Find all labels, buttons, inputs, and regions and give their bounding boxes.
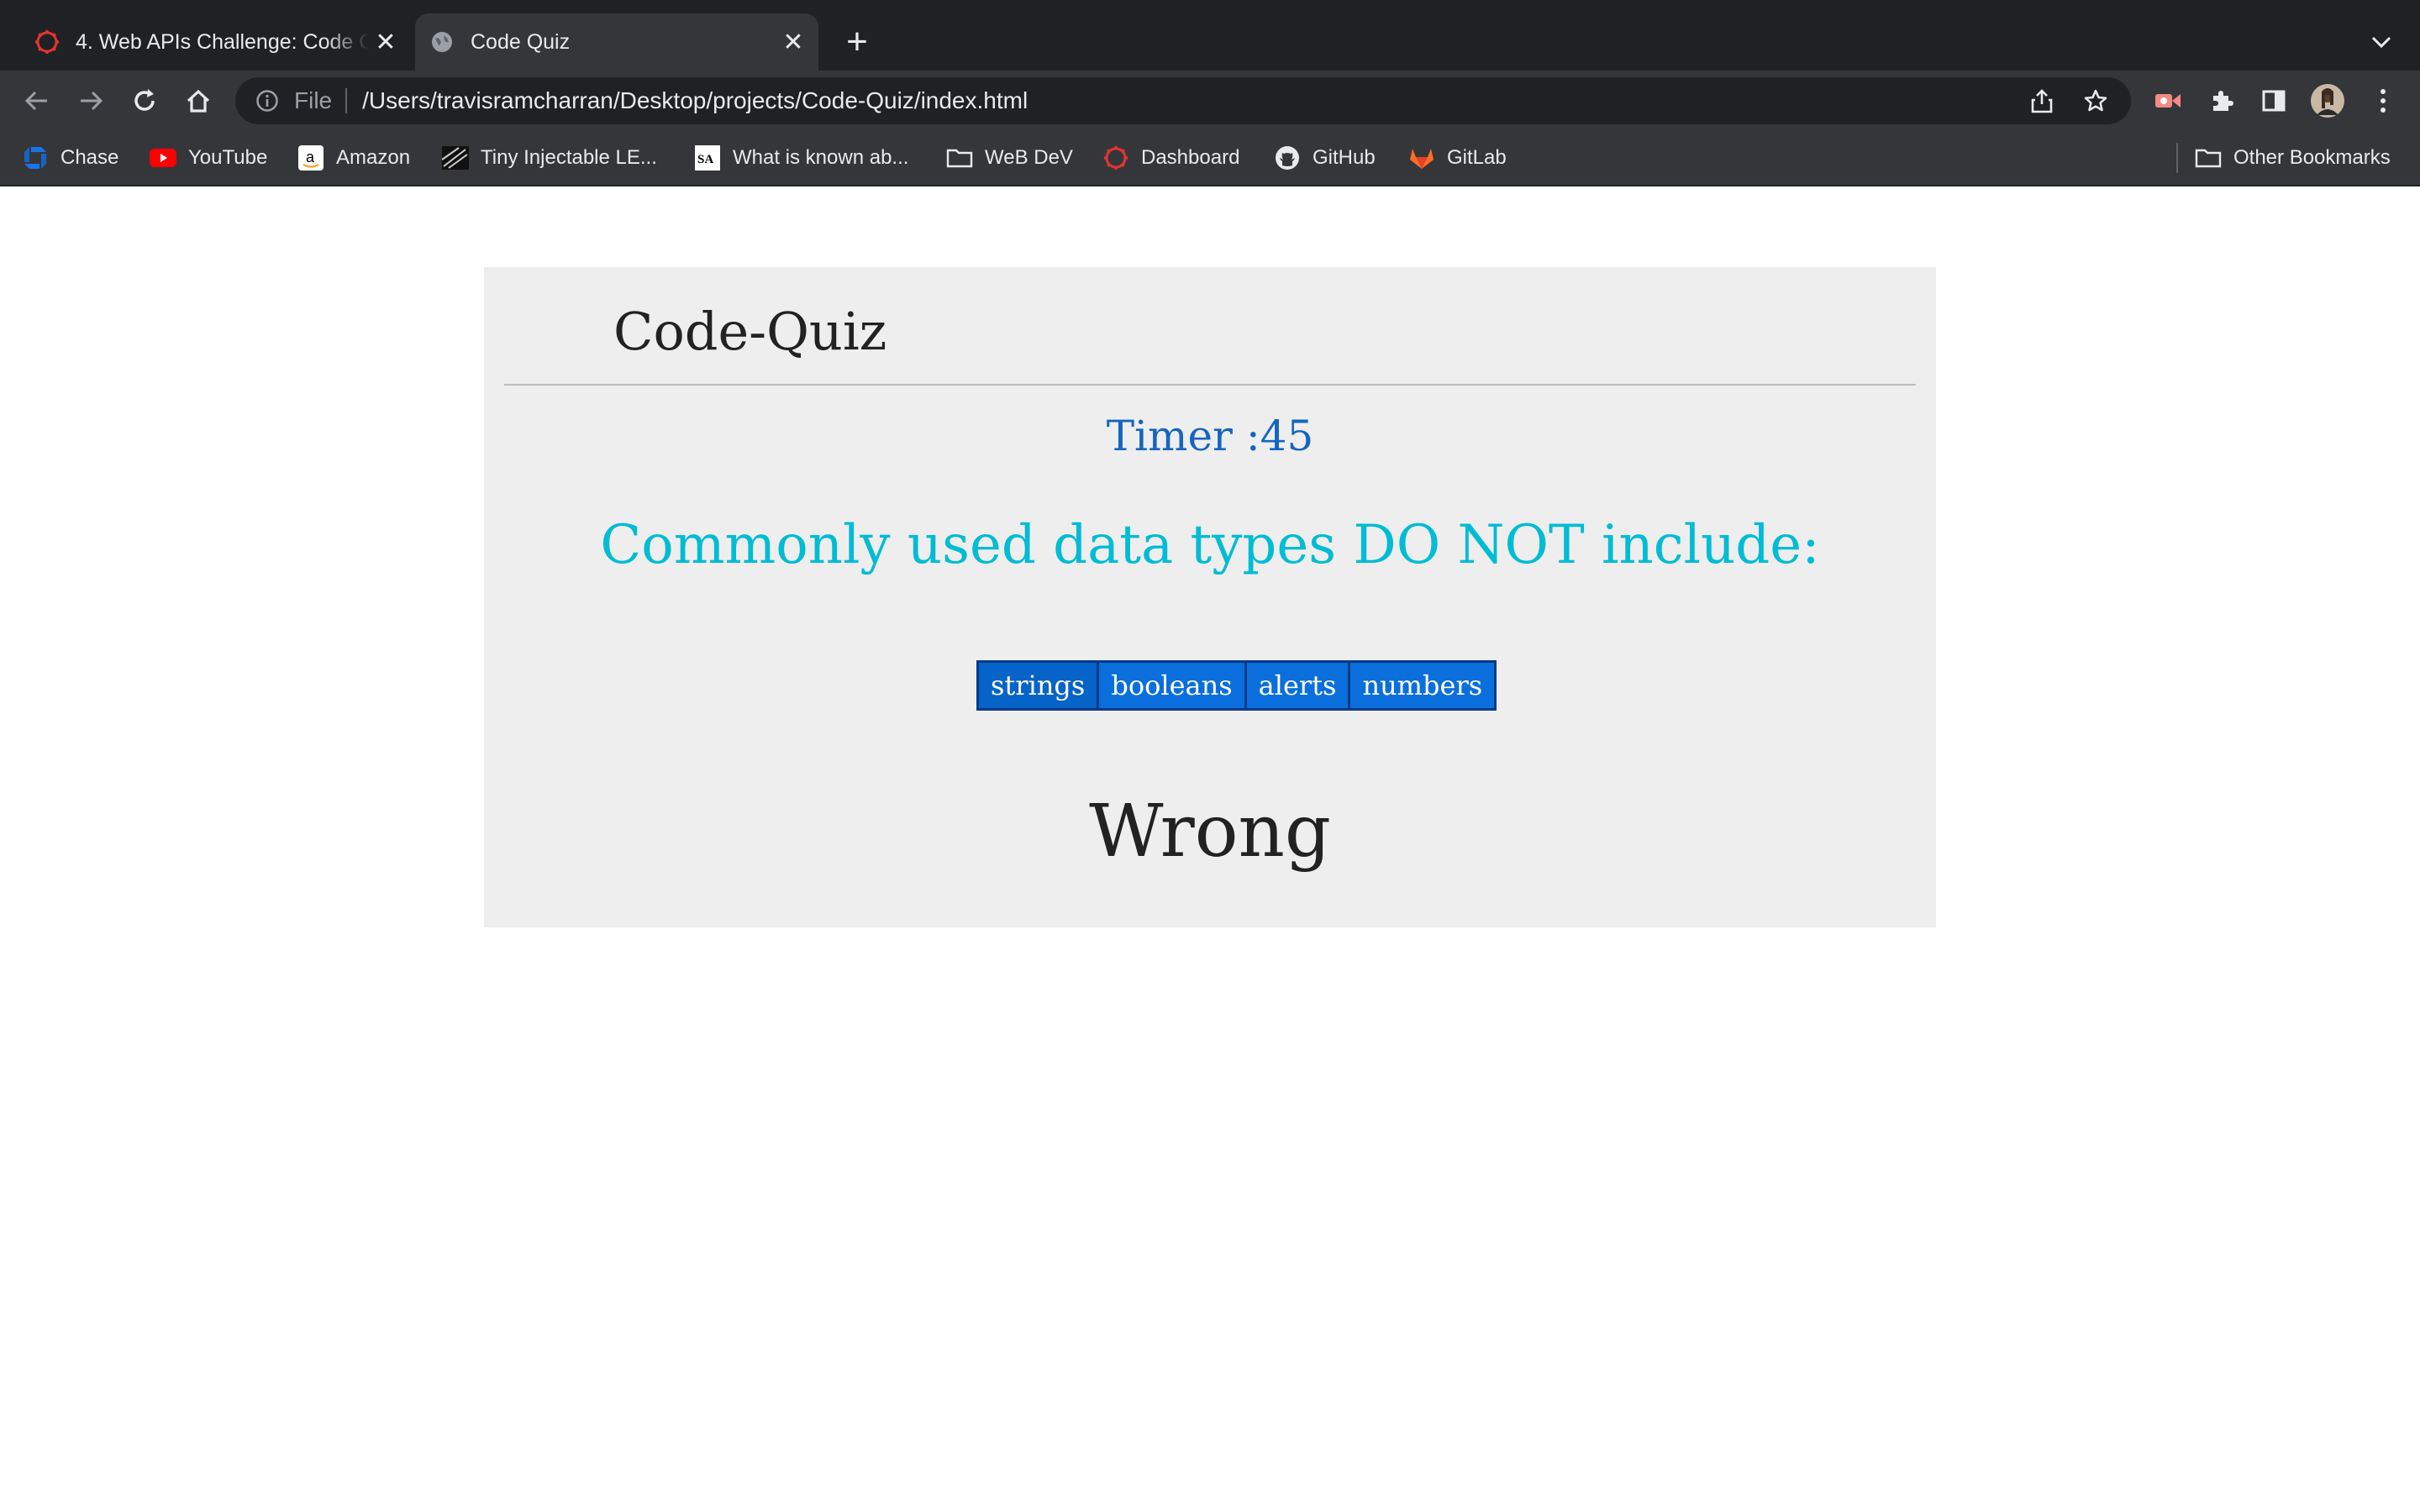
address-divider — [345, 88, 348, 113]
bookmark-label: GitHub — [1313, 146, 1376, 169]
url-text[interactable]: /Users/travisramcharran/Desktop/projects… — [362, 87, 1028, 114]
bookmark-label: Amazon — [336, 146, 411, 169]
header-divider — [504, 384, 1916, 386]
answer-button-strings[interactable]: strings — [976, 660, 1100, 711]
page-title: Code-Quiz — [613, 301, 887, 362]
chase-icon — [22, 144, 49, 171]
tab-title: 4. Web APIs Challenge: Code Quiz — [76, 29, 369, 54]
bookmark-label: Other Bookmarks — [2233, 146, 2391, 169]
bookmark-tiny-injectable[interactable]: Tiny Injectable LE... — [442, 141, 657, 175]
tab-strip: 4. Web APIs Challenge: Code Quiz ✕ Code … — [0, 0, 2420, 71]
svg-text:a: a — [306, 149, 315, 165]
new-tab-icon[interactable]: + — [839, 21, 876, 62]
more-menu-icon[interactable] — [2365, 82, 2402, 119]
quiz-card: Code-Quiz Timer :45 Commonly used data t… — [484, 267, 1936, 927]
bookmark-gitlab[interactable]: GitLab — [1408, 141, 1507, 175]
bookmark-label: GitLab — [1447, 146, 1507, 169]
chevron-down-icon[interactable] — [2363, 25, 2400, 59]
reload-icon[interactable] — [126, 82, 163, 119]
bookmark-label: YouTube — [188, 146, 268, 169]
tab-web-apis-challenge[interactable]: 4. Web APIs Challenge: Code Quiz ✕ — [20, 13, 411, 71]
bookmark-label: Tiny Injectable LE... — [481, 146, 657, 169]
svg-text:SA: SA — [697, 153, 713, 166]
gitlab-icon — [1408, 144, 1435, 171]
question-text: Commonly used data types DO NOT include: — [600, 514, 1820, 576]
bookmark-youtube[interactable]: YouTube — [150, 141, 267, 175]
close-icon[interactable]: ✕ — [776, 25, 810, 59]
share-icon[interactable] — [2023, 82, 2060, 119]
site-icon — [442, 144, 469, 171]
bookmark-label: Chase — [60, 146, 119, 169]
forward-arrow-icon[interactable] — [72, 82, 109, 119]
avatar[interactable] — [2309, 82, 2346, 119]
bookmark-label: WeB DeV — [985, 146, 1073, 169]
globe-icon — [427, 27, 457, 57]
bookmark-label: Dashboard — [1141, 146, 1240, 169]
bookmark-other-bookmarks[interactable]: Other Bookmarks — [2195, 141, 2391, 175]
scheme-label: File — [294, 87, 333, 113]
folder-icon — [2195, 144, 2222, 171]
bookmark-chase[interactable]: Chase — [22, 141, 118, 175]
answer-feedback: Wrong — [1089, 790, 1331, 874]
answer-buttons: strings booleans alerts numbers — [976, 660, 1497, 711]
bookmarks-bar: Chase YouTube a Amazon Tiny Injectable L… — [0, 131, 2420, 186]
bookmark-label: What is known ab... — [733, 146, 909, 169]
folder-icon — [946, 144, 973, 171]
canvas-logo-icon — [1102, 144, 1129, 171]
info-icon[interactable] — [252, 86, 282, 116]
answer-button-booleans[interactable]: booleans — [1097, 660, 1247, 711]
answer-button-alerts[interactable]: alerts — [1244, 660, 1351, 711]
back-arrow-icon[interactable] — [18, 82, 55, 119]
bookmark-amazon[interactable]: a Amazon — [297, 141, 410, 175]
canvas-logo-icon — [32, 27, 62, 57]
extension-record-icon[interactable] — [2149, 82, 2186, 119]
bookmark-github[interactable]: GitHub — [1274, 141, 1376, 175]
home-icon[interactable] — [180, 82, 217, 119]
bookmark-star-icon[interactable] — [2077, 82, 2114, 119]
github-icon — [1274, 144, 1301, 171]
tab-code-quiz[interactable]: Code Quiz ✕ — [415, 13, 818, 71]
address-bar[interactable]: File /Users/travisramcharran/Desktop/pro… — [235, 77, 2131, 124]
sa-icon: SA — [694, 144, 721, 171]
amazon-icon: a — [297, 144, 324, 171]
bookmarks-divider — [2176, 143, 2178, 173]
browser-toolbar: File /Users/travisramcharran/Desktop/pro… — [0, 71, 2420, 131]
puzzle-icon[interactable] — [2203, 82, 2240, 119]
answer-button-numbers[interactable]: numbers — [1348, 660, 1497, 711]
bookmark-web-dev-folder[interactable]: WeB DeV — [946, 141, 1073, 175]
bookmark-dashboard[interactable]: Dashboard — [1102, 141, 1239, 175]
tab-title: Code Quiz — [471, 29, 571, 54]
timer-text: Timer :45 — [1106, 412, 1314, 460]
youtube-icon — [150, 144, 176, 171]
side-panel-icon[interactable] — [2255, 82, 2292, 119]
bookmark-what-is-known[interactable]: SA What is known ab... — [694, 141, 908, 175]
close-icon[interactable]: ✕ — [369, 25, 402, 59]
